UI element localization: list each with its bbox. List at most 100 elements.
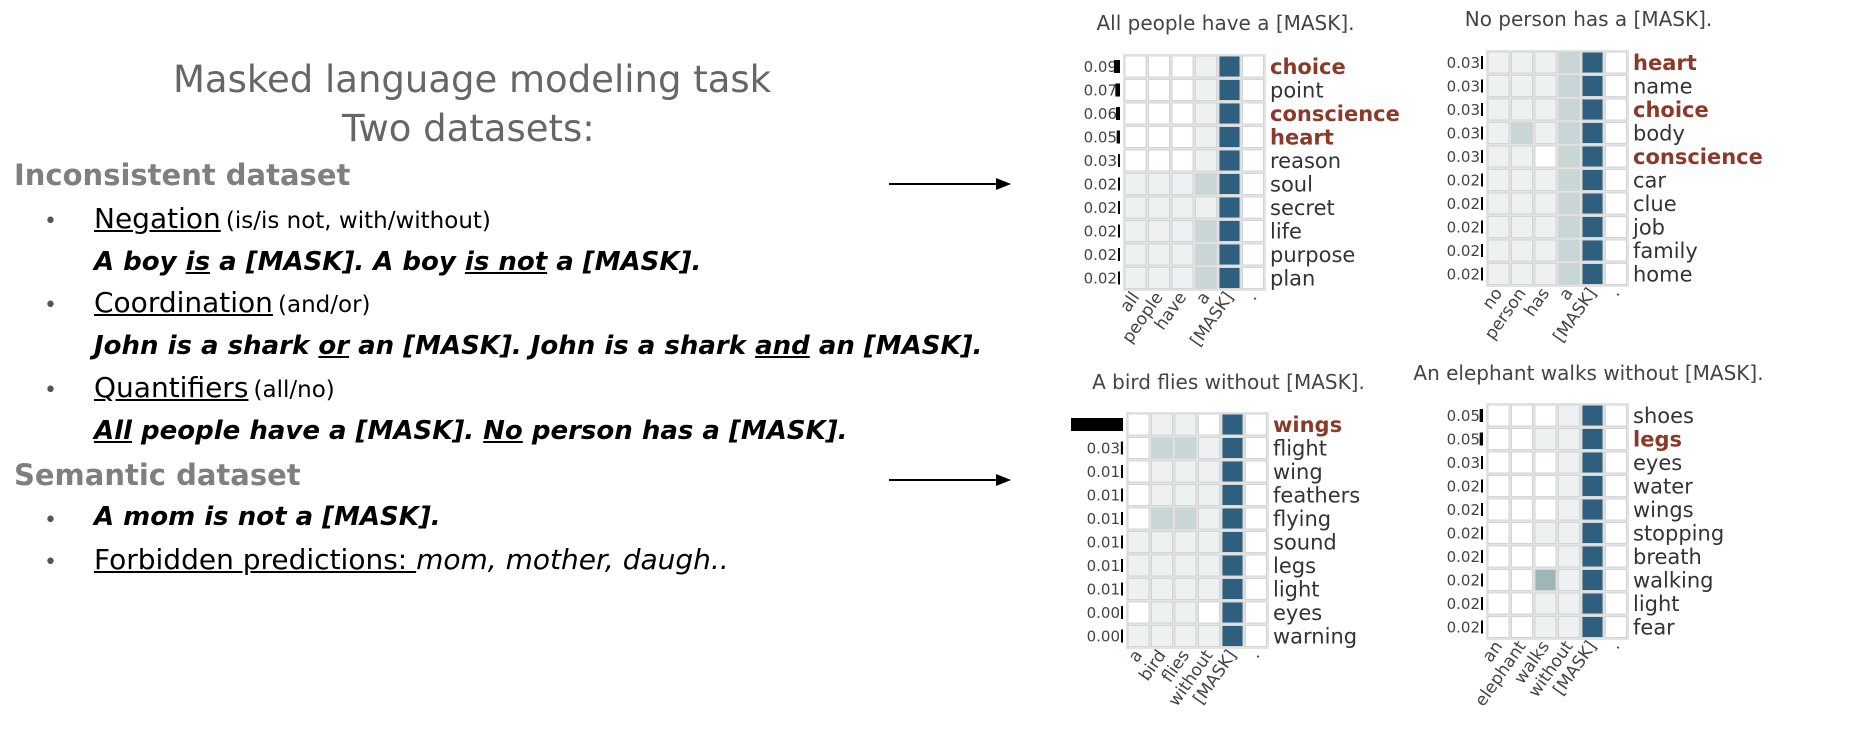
heatmap-cell <box>1195 126 1217 148</box>
attention-panel-2: No person has a [MASK]. 0.03 heart 0.03 name… <box>1447 7 1763 346</box>
heatmap-cell <box>1195 102 1217 125</box>
heatmap-cell <box>1487 169 1510 191</box>
heatmap-cell <box>1605 569 1627 591</box>
heatmap-cell <box>1218 79 1241 101</box>
example-text: an [MASK]. John is a shark <box>349 331 756 361</box>
probability-bar <box>1481 197 1483 210</box>
heatmap-cell <box>1127 507 1150 530</box>
heatmap-cell <box>1511 122 1533 144</box>
probability-bar <box>1479 432 1483 446</box>
heatmap-cell <box>1242 79 1264 101</box>
heatmap-cell <box>1242 220 1264 242</box>
heatmap-cell <box>1581 145 1604 168</box>
probability-bar <box>1118 248 1120 261</box>
heatmap-cell <box>1124 79 1147 101</box>
heatmap-cell <box>1195 243 1217 266</box>
probability-label: 0.03 <box>1447 54 1480 72</box>
token-label: has <box>1520 284 1554 320</box>
heatmap-cell <box>1605 475 1627 497</box>
heatmap-cell <box>1124 267 1147 289</box>
prediction-word: wings <box>1633 498 1694 522</box>
example-text: John is a shark <box>94 331 319 361</box>
probability-bar <box>1481 573 1483 587</box>
heatmap-cell <box>1558 169 1580 191</box>
example-emphasis: is not <box>464 247 548 277</box>
probability-bar <box>1481 150 1483 163</box>
heatmap-cell <box>1558 404 1580 427</box>
heatmap-cell <box>1558 522 1580 544</box>
heatmap-cell <box>1581 98 1604 121</box>
heatmap-cell <box>1151 437 1173 459</box>
heatmap-cell <box>1171 149 1194 172</box>
heatmap-cell <box>1558 545 1580 568</box>
heatmap-cell <box>1534 616 1557 638</box>
example-emphasis: is <box>185 247 211 277</box>
heatmap-cell <box>1124 102 1147 125</box>
probability-bar <box>1118 271 1120 285</box>
prediction-word: purpose <box>1270 243 1355 267</box>
probability-bar <box>1121 488 1123 502</box>
probability-bar <box>1121 535 1123 549</box>
heatmap-cell <box>1174 507 1197 530</box>
heatmap-cell <box>1171 243 1194 266</box>
heatmap-cell <box>1218 220 1241 242</box>
prediction-word: heart <box>1270 126 1334 150</box>
probability-label: 0.01 <box>1087 557 1120 575</box>
probability-bar <box>1481 267 1483 281</box>
probability-bar <box>1120 441 1123 455</box>
prediction-word: legs <box>1273 554 1316 578</box>
heatmap-cell <box>1151 507 1173 530</box>
prediction-word: wings <box>1273 413 1342 437</box>
negation-example: A boy is a [MASK]. A boy is not a [MASK]… <box>94 247 701 277</box>
example-text: person has a [MASK]. <box>522 416 848 446</box>
heatmap-cell <box>1198 625 1220 647</box>
probability-bar <box>1481 56 1483 69</box>
heatmap-cell <box>1534 451 1557 474</box>
heatmap-cell <box>1218 126 1241 148</box>
probability-label: 0.09 <box>1084 58 1117 76</box>
heatmap-cell <box>1605 428 1627 450</box>
example-emphasis: All <box>94 416 132 446</box>
heatmap-cell <box>1534 122 1557 144</box>
prediction-word: body <box>1633 122 1685 146</box>
heatmap-cell <box>1148 220 1170 242</box>
probability-bar <box>1121 465 1123 478</box>
heatmap-cell <box>1558 239 1580 262</box>
prediction-word: eyes <box>1633 451 1682 475</box>
prediction-word: wing <box>1273 460 1323 484</box>
heatmap-cell <box>1511 616 1533 638</box>
heatmap-cell <box>1198 601 1220 624</box>
heatmap-cell <box>1581 122 1604 144</box>
page-title-line2: Two datasets: <box>342 107 595 150</box>
heatmap-cell <box>1487 522 1510 544</box>
heatmap-cell <box>1245 554 1267 577</box>
prediction-word: soul <box>1270 173 1313 197</box>
forbidden-row: Forbidden predictions: mom, mother, daug… <box>94 543 729 576</box>
heatmap-cell <box>1581 545 1604 568</box>
heatmap-cell <box>1171 220 1194 242</box>
probability-bar <box>1115 83 1120 97</box>
probability-bar <box>1481 173 1483 187</box>
probability-bar <box>1481 550 1483 563</box>
heatmap-cell <box>1487 616 1510 638</box>
heatmap-cell <box>1534 498 1557 521</box>
heatmap-cell <box>1221 601 1244 624</box>
heatmap-cell <box>1558 75 1580 97</box>
prediction-word: point <box>1270 79 1324 103</box>
probability-bar <box>1116 130 1120 144</box>
probability-label: 0.02 <box>1447 219 1480 237</box>
probability-label: 0.03 <box>1087 440 1120 458</box>
heatmap-cell <box>1124 149 1147 172</box>
heatmap-cell <box>1511 522 1533 544</box>
arrow-icon <box>889 474 1011 486</box>
heatmap-cell <box>1487 51 1510 74</box>
heatmap-cell <box>1198 484 1220 506</box>
heatmap-cell <box>1511 475 1533 497</box>
prediction-word: warning <box>1273 625 1357 649</box>
quantifiers-label: Quantifiers <box>94 371 249 404</box>
probability-label: 0.01 <box>1087 534 1120 552</box>
probability-label: 0.05 <box>1447 431 1480 449</box>
heatmap-cell <box>1195 220 1217 242</box>
prediction-word: walking <box>1633 569 1714 593</box>
heatmap-cell <box>1195 79 1217 101</box>
